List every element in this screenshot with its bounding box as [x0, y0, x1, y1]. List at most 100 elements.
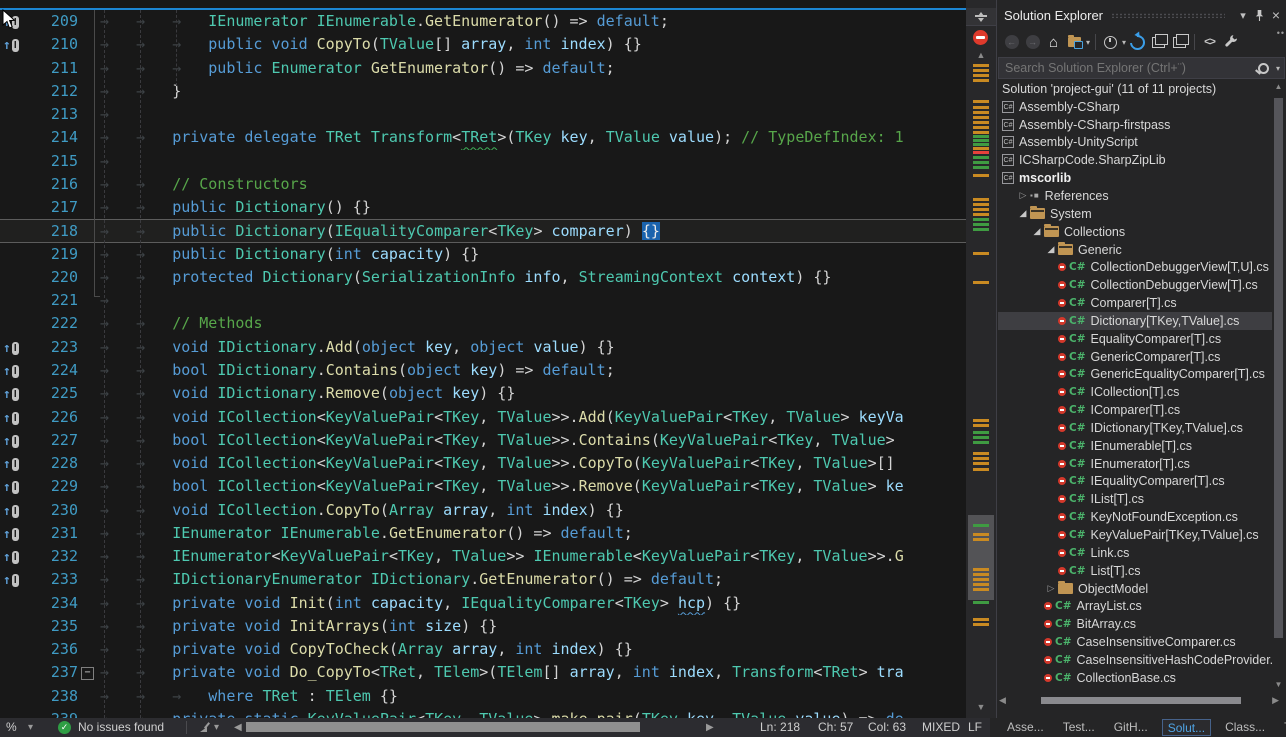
code-line[interactable]: 212→→} [0, 80, 966, 103]
code-line[interactable]: 211→→→public Enumerator GetEnumerator() … [0, 57, 966, 80]
solution-explorer-header[interactable]: Solution Explorer ▾ × [997, 0, 1286, 28]
code-line[interactable]: ↑I226→→void ICollection<KeyValuePair<TKe… [0, 406, 966, 429]
panel-tab[interactable]: Solut... [1162, 719, 1211, 736]
code-line[interactable]: ↑I228→→void ICollection<KeyValuePair<TKe… [0, 452, 966, 475]
tree-item[interactable]: C#EqualityComparer[T].cs [998, 330, 1272, 348]
scroll-down-arrow[interactable]: ▼ [966, 702, 996, 712]
hscroll-right-arrow[interactable]: ▶ [706, 718, 714, 737]
tree-item[interactable]: ▷ObjectModel [998, 580, 1272, 598]
implements-indicator-icon[interactable]: ↑I [0, 475, 30, 498]
implements-indicator-icon[interactable]: ↑I [0, 336, 30, 359]
code-line[interactable]: 221→ [0, 289, 966, 312]
implements-indicator-icon[interactable]: ↑I [0, 568, 30, 591]
code-cleanup-icon[interactable] [200, 722, 211, 733]
switch-views-caret-icon[interactable]: ▾ [1086, 38, 1090, 47]
editor-scrollbar[interactable]: ▲ ▼ [966, 0, 996, 718]
tree-item[interactable]: C#CollectionDebuggerView[T,U].cs [998, 258, 1272, 276]
tree-item[interactable]: C#Assembly-UnityScript [998, 134, 1272, 152]
scroll-down-arrow[interactable]: ▼ [1272, 680, 1285, 689]
switch-views-button[interactable] [1064, 32, 1085, 52]
implements-indicator-icon[interactable]: ↑I [0, 545, 30, 568]
fold-toggle-icon[interactable]: − [81, 667, 94, 680]
tree-item[interactable]: C#BitArray.cs [998, 615, 1272, 633]
code-line[interactable]: 218→→public Dictionary(IEqualityComparer… [0, 219, 966, 242]
pin-icon[interactable] [1254, 9, 1265, 22]
code-line[interactable]: ↑I232→→IEnumerator<KeyValuePair<TKey, TV… [0, 545, 966, 568]
expander-closed-icon[interactable]: ▷ [1016, 190, 1030, 201]
code-cleanup-caret-icon[interactable]: ▾ [214, 718, 219, 737]
tree-item[interactable]: C#GenericEqualityComparer[T].cs [998, 366, 1272, 384]
code-line[interactable]: ↑I225→→void IDictionary.Remove(object ke… [0, 382, 966, 405]
tree-item[interactable]: ◢Generic [998, 241, 1272, 259]
document-health[interactable]: No issues found [78, 718, 164, 737]
code-line[interactable]: ↑I227→→bool ICollection<KeyValuePair<TKe… [0, 429, 966, 452]
filter-caret-icon[interactable]: ▾ [1122, 38, 1126, 47]
editor-splitter-handle[interactable] [966, 8, 996, 26]
properties-button[interactable] [1220, 32, 1241, 52]
code-line[interactable]: ↑I209→→→IEnumerator IEnumerable.GetEnume… [0, 10, 966, 33]
tree-item[interactable]: C#ICSharpCode.SharpZipLib [998, 151, 1272, 169]
tree-item[interactable]: C#ArrayList.cs [998, 597, 1272, 615]
zoom-control[interactable]: % [6, 718, 17, 737]
code-line[interactable]: ↑I233→→IDictionaryEnumerator IDictionary… [0, 568, 966, 591]
tree-item[interactable]: C#Assembly-CSharp [998, 98, 1272, 116]
tree-item[interactable]: C#GenericComparer[T].cs [998, 348, 1272, 366]
tree-item[interactable]: C#Link.cs [998, 544, 1272, 562]
code-editor[interactable]: ↑I209→→→IEnumerator IEnumerable.GetEnume… [0, 0, 996, 718]
search-icon[interactable] [1258, 63, 1269, 74]
tree-item[interactable]: C#Assembly-CSharp-firstpass [998, 116, 1272, 134]
code-lines[interactable]: ↑I209→→→IEnumerator IEnumerable.GetEnume… [0, 10, 966, 718]
tree-item[interactable]: C#IEnumerable[T].cs [998, 437, 1272, 455]
close-icon[interactable]: × [1272, 10, 1280, 20]
refresh-button[interactable] [1127, 32, 1148, 52]
code-line[interactable]: 219→→public Dictionary(int capacity) {} [0, 243, 966, 266]
tree-item[interactable]: C#CaseInsensitiveHashCodeProvider.cs [998, 651, 1272, 669]
back-button[interactable]: ← [1001, 32, 1022, 52]
tree-item[interactable]: C#KeyNotFoundException.cs [998, 508, 1272, 526]
tree-scrollbar-horizontal[interactable]: ◀ ▶ [999, 694, 1285, 707]
tree-item[interactable]: ◢System [998, 205, 1272, 223]
tree-item[interactable]: ◢Collections [998, 223, 1272, 241]
tree-item[interactable]: C#CollectionBase.cs [998, 669, 1272, 687]
code-line[interactable]: 238→→→where TRet : TElem {} [0, 685, 966, 708]
implements-indicator-icon[interactable]: ↑I [0, 406, 30, 429]
panel-tab[interactable]: GitH... [1109, 719, 1153, 736]
tree-item[interactable]: C#IEnumerator[T].cs [998, 455, 1272, 473]
scroll-up-arrow[interactable]: ▲ [1272, 82, 1285, 91]
implements-indicator-icon[interactable]: ↑I [0, 429, 30, 452]
expander-closed-icon[interactable]: ▷ [1044, 583, 1058, 594]
panel-tab[interactable]: Test... [1058, 719, 1100, 736]
tree-item[interactable]: C#IEqualityComparer[T].cs [998, 473, 1272, 491]
hscroll-left-arrow[interactable]: ◀ [234, 718, 242, 737]
tree-item[interactable]: C#IComparer[T].cs [998, 401, 1272, 419]
expander-open-icon[interactable]: ◢ [1016, 208, 1030, 219]
view-code-button[interactable]: <> [1199, 32, 1220, 52]
search-options-caret-icon[interactable]: ▾ [1276, 64, 1280, 73]
code-line[interactable]: ↑I230→→void ICollection.CopyTo(Array arr… [0, 499, 966, 522]
window-position-menu-icon[interactable]: ▾ [1240, 9, 1246, 22]
tree-item[interactable]: C#CollectionDebuggerView[T].cs [998, 276, 1272, 294]
code-line[interactable]: 234→→private void Init(int capacity, IEq… [0, 592, 966, 615]
expander-open-icon[interactable]: ◢ [1044, 244, 1058, 255]
expander-open-icon[interactable]: ◢ [1030, 226, 1044, 237]
search-input[interactable] [999, 61, 1258, 75]
code-line[interactable]: 220→→protected Dictionary(SerializationI… [0, 266, 966, 289]
zoom-caret-icon[interactable]: ▾ [28, 718, 33, 737]
panel-tab[interactable]: Asse... [1002, 719, 1049, 736]
implements-indicator-icon[interactable]: ↑I [0, 452, 30, 475]
scrollbar-thumb[interactable] [1274, 98, 1283, 638]
code-line[interactable]: 235→→private void InitArrays(int size) {… [0, 615, 966, 638]
code-line[interactable]: ↑I223→→void IDictionary.Add(object key, … [0, 336, 966, 359]
scroll-up-arrow[interactable]: ▲ [966, 50, 996, 60]
code-line[interactable]: 215→ [0, 150, 966, 173]
home-button[interactable]: ⌂ [1043, 32, 1064, 52]
code-line[interactable]: ↑I231→→IEnumerator IEnumerable.GetEnumer… [0, 522, 966, 545]
scrollbar-thumb[interactable] [1041, 697, 1241, 704]
implements-indicator-icon[interactable]: ↑I [0, 499, 30, 522]
tree-item[interactable]: C#IDictionary[TKey,TValue].cs [998, 419, 1272, 437]
forward-button[interactable]: → [1022, 32, 1043, 52]
code-line[interactable]: ↑I210→→→public void CopyTo(TValue[] arra… [0, 33, 966, 56]
implements-indicator-icon[interactable]: ↑I [0, 359, 30, 382]
tree-item[interactable]: C#Dictionary[TKey,TValue].cs [998, 312, 1272, 330]
implements-indicator-icon[interactable]: ↑I [0, 33, 30, 56]
